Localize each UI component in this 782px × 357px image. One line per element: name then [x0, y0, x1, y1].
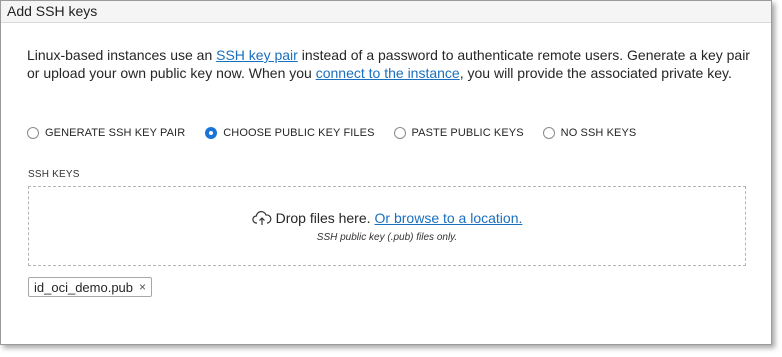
radio-no-ssh-keys[interactable]: NO SSH KEYS — [542, 127, 637, 139]
description-text: Linux-based instances use an — [27, 47, 217, 63]
remove-file-icon[interactable]: × — [139, 280, 146, 294]
file-drop-zone[interactable]: Drop files here. Or browse to a location… — [28, 186, 746, 266]
cloud-upload-icon — [251, 211, 271, 225]
radio-label: PASTE PUBLIC KEYS — [411, 127, 524, 139]
radio-button-selected-icon[interactable] — [205, 127, 218, 139]
radio-label: CHOOSE PUBLIC KEY FILES — [223, 127, 375, 139]
connect-to-instance-link[interactable]: connect to the instance — [316, 65, 460, 81]
radio-button-icon[interactable] — [542, 127, 555, 139]
file-chip: id_oci_demo.pub × — [28, 277, 153, 297]
file-name: id_oci_demo.pub — [34, 279, 134, 295]
file-type-hint: SSH public key (.pub) files only. — [316, 232, 458, 243]
radio-button-icon[interactable] — [27, 127, 39, 139]
ssh-keys-label: SSH KEYS — [28, 169, 80, 180]
ssh-key-option-group: GENERATE SSH KEY PAIR CHOOSE PUBLIC KEY … — [27, 127, 636, 139]
browse-link[interactable]: Or browse to a location. — [375, 209, 523, 227]
radio-label: NO SSH KEYS — [560, 127, 637, 139]
radio-choose-public-key-files[interactable]: CHOOSE PUBLIC KEY FILES — [205, 127, 374, 139]
radio-label: GENERATE SSH KEY PAIR — [45, 127, 186, 139]
panel-title: Add SSH keys — [1, 1, 771, 23]
description: Linux-based instances use an SSH key pai… — [27, 47, 755, 82]
ssh-key-pair-link[interactable]: SSH key pair — [216, 47, 298, 63]
radio-button-icon[interactable] — [393, 127, 406, 139]
drop-text: Drop files here. — [275, 210, 371, 226]
drop-instructions: Drop files here. Or browse to a location… — [29, 209, 745, 227]
radio-paste-public-keys[interactable]: PASTE PUBLIC KEYS — [393, 127, 524, 139]
add-ssh-keys-panel: Add SSH keys Linux-based instances use a… — [0, 0, 772, 345]
description-text: , you will provide the associated privat… — [459, 64, 732, 81]
radio-generate-ssh-key-pair[interactable]: GENERATE SSH KEY PAIR — [27, 127, 185, 139]
